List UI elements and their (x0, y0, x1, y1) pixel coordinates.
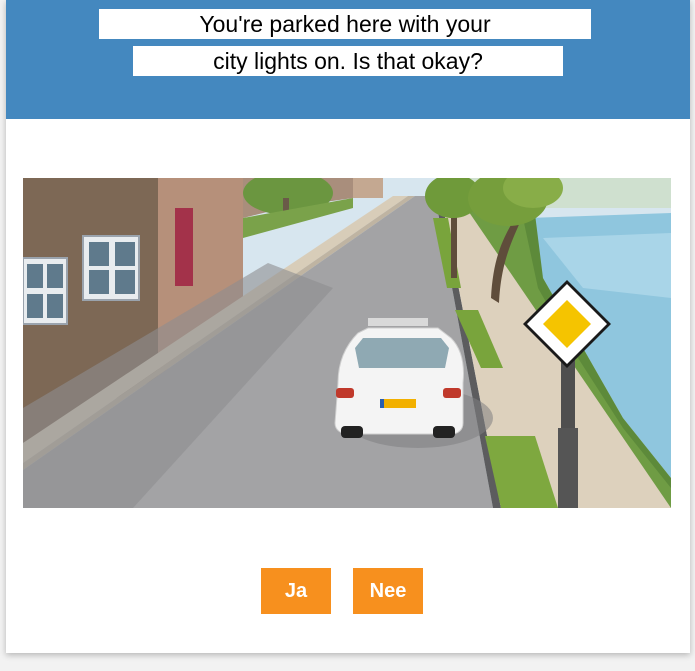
page-background: You're parked here with your city lights… (0, 0, 695, 671)
question-header: You're parked here with your city lights… (6, 0, 690, 119)
question-text-line-2: city lights on. Is that okay? (133, 46, 563, 76)
priority-road-sign-icon (523, 280, 611, 368)
question-text-line-1: You're parked here with your (99, 9, 591, 39)
answer-yes-button[interactable]: Ja (261, 568, 331, 614)
question-card: You're parked here with your city lights… (6, 0, 690, 653)
traffic-scene-illustration (23, 178, 671, 508)
answer-no-button[interactable]: Nee (353, 568, 423, 614)
